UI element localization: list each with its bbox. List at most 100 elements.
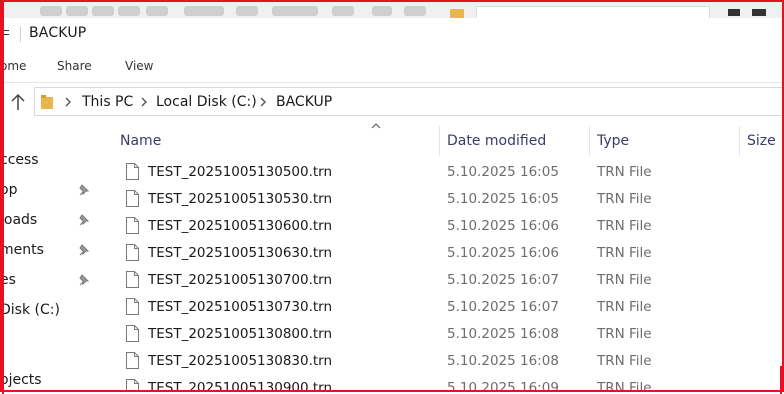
file-name: TEST_20251005130530.trn bbox=[148, 191, 333, 207]
file-type: TRN File bbox=[597, 164, 652, 180]
column-size[interactable]: Size bbox=[747, 133, 776, 149]
quick-access-icon[interactable] bbox=[272, 6, 318, 16]
system-menu-icon[interactable] bbox=[2, 27, 10, 41]
file-row[interactable]: TEST_20251005130830.trn 5.10.2025 16:08 … bbox=[100, 348, 784, 375]
up-arrow-icon[interactable] bbox=[10, 93, 26, 111]
file-type: TRN File bbox=[597, 380, 652, 392]
column-divider[interactable] bbox=[739, 126, 740, 156]
file-icon bbox=[126, 163, 139, 180]
address-bar[interactable]: This PC Local Disk (C:) BACKUP bbox=[34, 87, 784, 116]
file-date: 5.10.2025 16:07 bbox=[447, 272, 559, 288]
column-divider[interactable] bbox=[439, 126, 440, 156]
file-date: 5.10.2025 16:06 bbox=[447, 245, 559, 261]
file-row[interactable]: TEST_20251005130530.trn 5.10.2025 16:05 … bbox=[100, 186, 784, 213]
file-icon bbox=[126, 271, 139, 288]
file-name: TEST_20251005130730.trn bbox=[148, 299, 333, 315]
column-name[interactable]: Name bbox=[120, 133, 161, 149]
tab-view[interactable]: View bbox=[125, 59, 153, 73]
file-type: TRN File bbox=[597, 353, 652, 369]
pin-icon[interactable] bbox=[78, 244, 90, 256]
breadcrumb-local-disk[interactable]: Local Disk (C:) bbox=[156, 94, 257, 110]
file-row[interactable]: TEST_20251005130600.trn 5.10.2025 16:06 … bbox=[100, 213, 784, 240]
folder-icon bbox=[41, 95, 53, 109]
file-type: TRN File bbox=[597, 245, 652, 261]
quick-access-icon[interactable] bbox=[404, 6, 426, 16]
quick-access-icon[interactable] bbox=[184, 6, 224, 16]
file-name: TEST_20251005130900.trn bbox=[148, 380, 333, 392]
file-date: 5.10.2025 16:08 bbox=[447, 326, 559, 342]
nav-item-local-disk[interactable]: Disk (C:) bbox=[0, 302, 60, 318]
window-title-row: BACKUP bbox=[0, 18, 784, 50]
breadcrumb-this-pc[interactable]: This PC bbox=[82, 94, 133, 110]
file-date: 5.10.2025 16:07 bbox=[447, 299, 559, 315]
file-row[interactable]: TEST_20251005130630.trn 5.10.2025 16:06 … bbox=[100, 240, 784, 267]
nav-item-pictures[interactable]: es bbox=[0, 272, 16, 288]
file-row[interactable]: TEST_20251005130800.trn 5.10.2025 16:08 … bbox=[100, 321, 784, 348]
file-type: TRN File bbox=[597, 272, 652, 288]
search-input[interactable] bbox=[476, 6, 710, 18]
file-type: TRN File bbox=[597, 218, 652, 234]
pin-icon[interactable] bbox=[78, 274, 90, 286]
quick-access-icon[interactable] bbox=[236, 6, 258, 16]
file-row[interactable]: TEST_20251005130900.trn 5.10.2025 16:09 … bbox=[100, 375, 784, 392]
file-icon bbox=[126, 298, 139, 315]
title-bar-strip bbox=[0, 0, 784, 18]
nav-item-documents[interactable]: ments bbox=[0, 242, 44, 258]
ribbon-tabs: ome Share View bbox=[0, 50, 784, 83]
column-date-modified[interactable]: Date modified bbox=[447, 133, 546, 149]
chevron-right-icon[interactable] bbox=[139, 96, 149, 108]
file-type: TRN File bbox=[597, 191, 652, 207]
chevron-right-icon[interactable] bbox=[258, 96, 268, 108]
column-divider[interactable] bbox=[589, 126, 590, 156]
file-name: TEST_20251005130500.trn bbox=[148, 164, 333, 180]
file-name: TEST_20251005130700.trn bbox=[148, 272, 333, 288]
file-icon bbox=[126, 352, 139, 369]
pin-icon[interactable] bbox=[78, 184, 90, 196]
quick-access-icon[interactable] bbox=[146, 6, 168, 16]
nav-item-3d-objects[interactable]: ojects bbox=[0, 372, 42, 388]
file-date: 5.10.2025 16:06 bbox=[447, 218, 559, 234]
window-title: BACKUP bbox=[29, 25, 87, 41]
breadcrumb-backup[interactable]: BACKUP bbox=[276, 94, 332, 110]
file-row[interactable]: TEST_20251005130730.trn 5.10.2025 16:07 … bbox=[100, 294, 784, 321]
file-icon bbox=[126, 325, 139, 342]
file-row[interactable]: TEST_20251005130700.trn 5.10.2025 16:07 … bbox=[100, 267, 784, 294]
file-name: TEST_20251005130800.trn bbox=[148, 326, 333, 342]
pin-icon[interactable] bbox=[78, 214, 90, 226]
nav-item-downloads[interactable]: loads bbox=[0, 212, 37, 228]
column-header: Name Date modified Type Size bbox=[100, 118, 784, 156]
file-name: TEST_20251005130630.trn bbox=[148, 245, 333, 261]
file-row[interactable]: TEST_20251005130500.trn 5.10.2025 16:05 … bbox=[100, 159, 784, 186]
quick-access-icon[interactable] bbox=[372, 6, 392, 16]
folder-icon bbox=[450, 9, 464, 18]
sort-ascending-icon bbox=[371, 123, 381, 129]
file-type: TRN File bbox=[597, 299, 652, 315]
file-icon bbox=[126, 244, 139, 261]
file-date: 5.10.2025 16:09 bbox=[447, 380, 559, 392]
tab-share[interactable]: Share bbox=[57, 59, 92, 73]
quick-access-icon[interactable] bbox=[92, 6, 114, 16]
quick-access-icon[interactable] bbox=[66, 6, 88, 16]
file-name: TEST_20251005130600.trn bbox=[148, 218, 333, 234]
maximize-icon[interactable] bbox=[752, 9, 766, 16]
navigation-pane: ccess op loads ments es Disk (C:) ojects bbox=[0, 118, 100, 392]
tab-home[interactable]: ome bbox=[0, 59, 26, 73]
quick-access-icon[interactable] bbox=[118, 6, 140, 16]
nav-item-quick-access[interactable]: ccess bbox=[0, 152, 39, 168]
file-icon bbox=[126, 190, 139, 207]
nav-item-desktop[interactable]: op bbox=[0, 182, 17, 198]
quick-access-icon[interactable] bbox=[332, 6, 354, 16]
file-icon bbox=[126, 379, 139, 392]
file-date: 5.10.2025 16:05 bbox=[447, 191, 559, 207]
file-name: TEST_20251005130830.trn bbox=[148, 353, 333, 369]
file-type: TRN File bbox=[597, 326, 652, 342]
address-row: This PC Local Disk (C:) BACKUP bbox=[0, 86, 784, 118]
file-icon bbox=[126, 217, 139, 234]
column-type[interactable]: Type bbox=[597, 133, 629, 149]
file-date: 5.10.2025 16:05 bbox=[447, 164, 559, 180]
divider bbox=[20, 26, 21, 42]
quick-access-icon[interactable] bbox=[40, 6, 62, 16]
file-date: 5.10.2025 16:08 bbox=[447, 353, 559, 369]
chevron-right-icon[interactable] bbox=[63, 96, 73, 108]
minimize-icon[interactable] bbox=[728, 9, 740, 16]
